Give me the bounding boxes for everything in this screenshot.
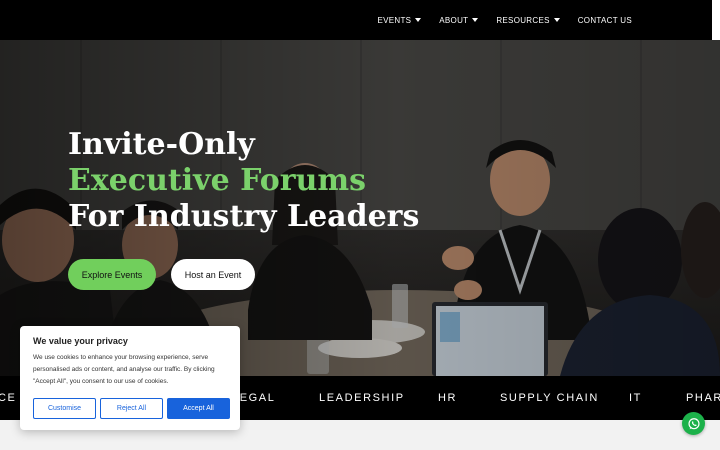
caret-down-icon — [472, 17, 479, 22]
customise-button[interactable]: Customise — [33, 398, 96, 419]
ticker-item: SUPPLY CHAIN — [500, 392, 599, 404]
nav-about[interactable]: ABOUT — [439, 15, 479, 25]
cookie-description: We use cookies to enhance your browsing … — [33, 354, 215, 385]
cookie-consent-banner: We value your privacy We use cookies to … — [20, 326, 240, 430]
nav-about-label: ABOUT — [439, 15, 469, 25]
accept-all-button[interactable]: Accept All — [167, 398, 230, 419]
cookie-actions: Customise Reject All Accept All — [33, 398, 230, 419]
host-event-button[interactable]: Host an Event — [171, 259, 255, 290]
nav-contact-us[interactable]: CONTACT US — [578, 16, 632, 25]
nav-events-label: EVENTS — [377, 15, 412, 25]
caret-down-icon — [553, 17, 560, 22]
caret-down-icon — [415, 17, 422, 22]
nav-resources-label: RESOURCES — [496, 15, 550, 25]
ticker-item: IT — [629, 392, 642, 404]
hero-headline: Invite-Only Executive Forums For Industr… — [68, 127, 419, 235]
ticker-item: HR — [438, 392, 458, 404]
reject-all-button[interactable]: Reject All — [100, 398, 163, 419]
explore-events-button[interactable]: Explore Events — [68, 259, 156, 290]
top-navbar: EVENTS ABOUT RESOURCES CONTACT US — [0, 0, 712, 40]
nav-contact-label: CONTACT US — [577, 15, 632, 25]
headline-line-3: For Industry Leaders — [68, 199, 420, 234]
headline-line-1: Invite-Only — [68, 127, 255, 162]
nav-events[interactable]: EVENTS — [377, 15, 422, 25]
nav-resources[interactable]: RESOURCES — [496, 15, 560, 25]
headline-line-2: Executive Forums — [68, 163, 367, 198]
scrollbar-edge — [712, 0, 720, 40]
whatsapp-chat-button[interactable] — [682, 412, 705, 435]
main-nav: EVENTS ABOUT RESOURCES CONTACT US — [377, 0, 632, 40]
cookie-title: We value your privacy — [33, 336, 128, 346]
ticker-item: CE — [0, 392, 17, 404]
ticker-item: LEADERSHIP — [319, 392, 405, 404]
whatsapp-icon — [687, 417, 700, 429]
